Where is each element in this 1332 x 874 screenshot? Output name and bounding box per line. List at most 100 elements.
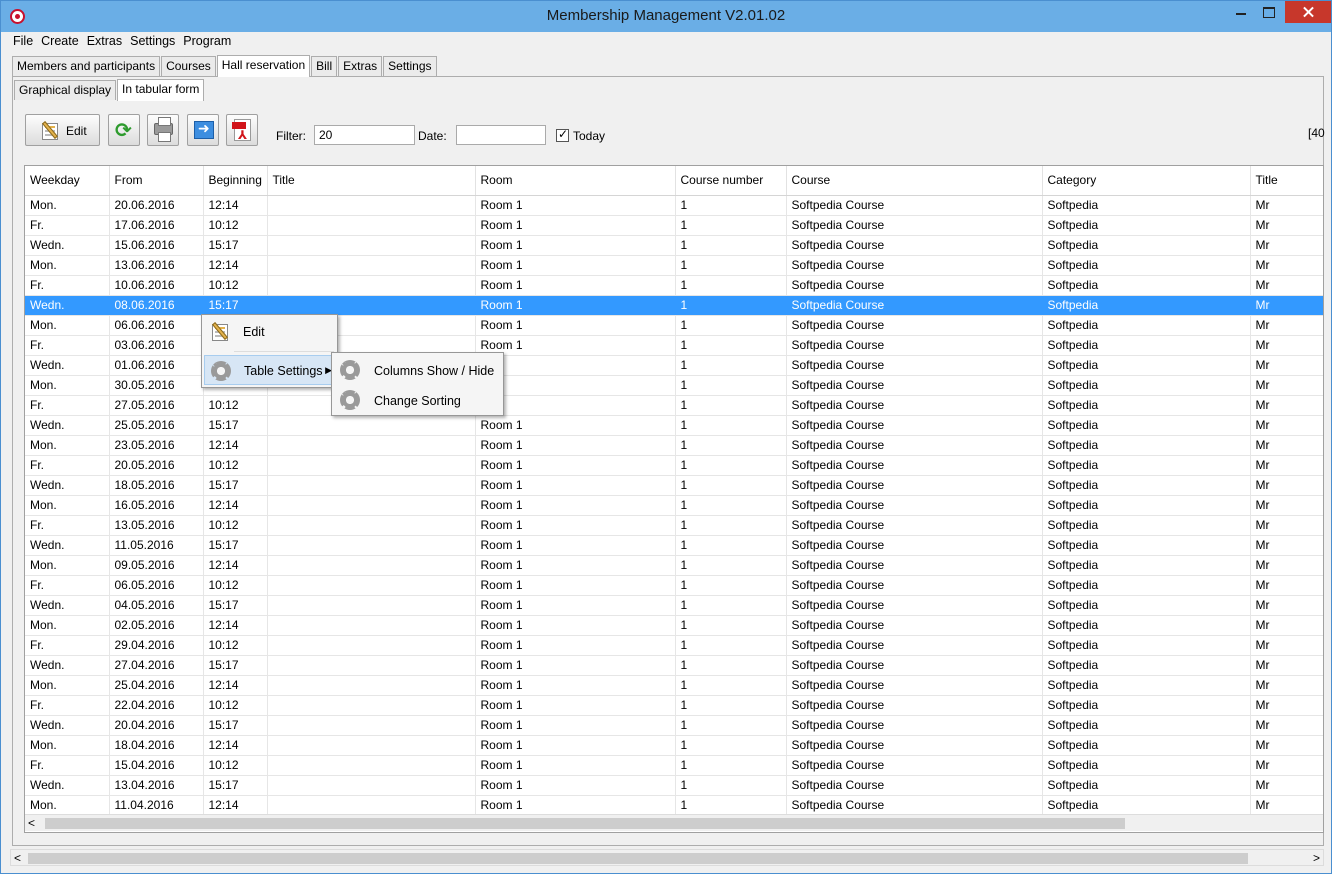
- menu-settings[interactable]: Settings: [126, 33, 179, 51]
- table-row[interactable]: Wedn. 11.05.2016 15:17 Room 1 1 Softpedia Cou…: [25, 535, 1323, 556]
- table-row[interactable]: Mon. 11.04.2016 12:14 Room 1 1 Softpedia Cour…: [25, 795, 1323, 816]
- table-row[interactable]: Mon. 09.05.2016 12:14 Room 1 1 Softpedia Cour…: [25, 555, 1323, 576]
- cell-title: [267, 435, 476, 456]
- cell-beginning: 10:12: [203, 395, 268, 416]
- gear-icon: [340, 390, 360, 410]
- cell-category: Softpedia: [1042, 515, 1251, 536]
- table-row[interactable]: Fr. 20.05.2016 10:12 Room 1 1 Softpedia Cours…: [25, 455, 1323, 476]
- cell-from: 06.06.2016: [109, 315, 204, 336]
- column-header-title[interactable]: Title: [267, 166, 476, 196]
- menu-extras[interactable]: Extras: [83, 33, 126, 51]
- menu-bar: File Create Extras Settings Program: [9, 33, 235, 51]
- tab-graphical-display[interactable]: Graphical display: [14, 80, 117, 100]
- table-row[interactable]: Fr. 27.05.2016 10:12 1 Softpedia Course Softp…: [25, 395, 1323, 416]
- menu-create[interactable]: Create: [37, 33, 83, 51]
- cell-category: Softpedia: [1042, 775, 1251, 796]
- column-header-category[interactable]: Category: [1042, 166, 1251, 196]
- table-row[interactable]: Fr. 29.04.2016 10:12 Room 1 1 Softpedia Cours…: [25, 635, 1323, 656]
- scrollbar-thumb[interactable]: [28, 853, 1248, 864]
- today-checkbox[interactable]: [556, 127, 569, 142]
- table-row[interactable]: Mon. 02.05.2016 12:14 Room 1 1 Softpedia Cour…: [25, 615, 1323, 636]
- close-icon[interactable]: [1285, 1, 1331, 23]
- table-row[interactable]: Fr. 13.05.2016 10:12 Room 1 1 Softpedia Cours…: [25, 515, 1323, 536]
- table-row[interactable]: Wedn. 15.06.2016 15:17 Room 1 1 Softpedia Cou…: [25, 235, 1323, 256]
- context-menu-table-settings[interactable]: Table Settings ▶: [204, 355, 335, 385]
- scrollbar-thumb[interactable]: [45, 818, 1125, 829]
- cell-course-number: 1: [675, 795, 787, 816]
- cell-course: Softpedia Course: [786, 635, 1043, 656]
- table-row[interactable]: Wedn. 20.04.2016 15:17 Room 1 1 Softpedia Cou…: [25, 715, 1323, 736]
- tab-settings[interactable]: Settings: [383, 56, 437, 76]
- column-header-title-2[interactable]: Title: [1250, 166, 1323, 196]
- panel-horizontal-scrollbar[interactable]: < >: [10, 849, 1324, 866]
- cell-course: Softpedia Course: [786, 515, 1043, 536]
- cell-from: 01.06.2016: [109, 355, 204, 376]
- table-row[interactable]: Wedn. 04.05.2016 15:17 Room 1 1 Softpedia Cou…: [25, 595, 1323, 616]
- tab-members[interactable]: Members and participants: [12, 56, 161, 76]
- export-button[interactable]: [187, 114, 219, 146]
- table-horizontal-scrollbar[interactable]: <: [25, 814, 1323, 831]
- column-header-course[interactable]: Course: [786, 166, 1043, 196]
- cell-title-2: Mr: [1250, 655, 1323, 676]
- cell-course-number: 1: [675, 495, 787, 516]
- title-bar[interactable]: Membership Management V2.01.02: [1, 1, 1331, 32]
- tab-hall-reservation[interactable]: Hall reservation: [216, 55, 311, 77]
- refresh-button[interactable]: ⟳: [108, 114, 140, 146]
- print-button[interactable]: [147, 114, 179, 146]
- tab-tabular-form[interactable]: In tabular form: [117, 79, 205, 101]
- table-row[interactable]: Mon. 20.06.2016 12:14 Room 1 1 Softpedia Cour…: [25, 195, 1323, 216]
- column-header-from[interactable]: From: [109, 166, 204, 196]
- table-row[interactable]: Fr. 15.04.2016 10:12 Room 1 1 Softpedia Cours…: [25, 755, 1323, 776]
- cell-category: Softpedia: [1042, 215, 1251, 236]
- table-row[interactable]: Fr. 17.06.2016 10:12 Room 1 1 Softpedia Cours…: [25, 215, 1323, 236]
- context-menu-edit[interactable]: Edit: [204, 317, 335, 347]
- context-menu-edit-label: Edit: [243, 325, 265, 339]
- minimize-icon[interactable]: [1227, 1, 1255, 23]
- column-header-beginning[interactable]: Beginning: [203, 166, 268, 196]
- column-header-weekday[interactable]: Weekday: [25, 166, 110, 196]
- table-row[interactable]: Wedn. 18.05.2016 15:17 Room 1 1 Softpedia Cou…: [25, 475, 1323, 496]
- scroll-left-icon[interactable]: <: [14, 851, 21, 865]
- app-window: Membership Management V2.01.02 File Crea…: [0, 0, 1332, 874]
- tab-extras[interactable]: Extras: [338, 56, 383, 76]
- cell-course-number: 1: [675, 455, 787, 476]
- pdf-button[interactable]: [226, 114, 258, 146]
- submenu-columns-show-hide[interactable]: Columns Show / Hide: [334, 355, 501, 385]
- table-row[interactable]: Mon. 18.04.2016 12:14 Room 1 1 Softpedia Cour…: [25, 735, 1323, 756]
- table-row[interactable]: Wedn. 13.04.2016 15:17 Room 1 1 Softpedia Cou…: [25, 775, 1323, 796]
- table-row[interactable]: Mon. 25.04.2016 12:14 Room 1 1 Softpedia Cour…: [25, 675, 1323, 696]
- column-header-room[interactable]: Room: [475, 166, 676, 196]
- scroll-right-icon[interactable]: >: [1313, 851, 1320, 865]
- table-row[interactable]: Wedn. 25.05.2016 15:17 Room 1 1 Softpedia Cou…: [25, 415, 1323, 436]
- table-row[interactable]: Mon. 13.06.2016 12:14 Room 1 1 Softpedia Cour…: [25, 255, 1323, 276]
- table-row[interactable]: Fr. 10.06.2016 10:12 Room 1 1 Softpedia Cours…: [25, 275, 1323, 296]
- tab-bill[interactable]: Bill: [311, 56, 338, 76]
- tab-courses[interactable]: Courses: [161, 56, 216, 76]
- date-input[interactable]: [456, 125, 546, 145]
- menu-file[interactable]: File: [9, 33, 37, 51]
- menu-program[interactable]: Program: [179, 33, 235, 51]
- cell-room: [475, 355, 676, 376]
- cell-weekday: Mon.: [25, 195, 110, 216]
- table-row[interactable]: Mon. 23.05.2016 12:14 Room 1 1 Softpedia Cour…: [25, 435, 1323, 456]
- filter-input[interactable]: [314, 125, 415, 145]
- main-tabs: Members and participants Courses Hall re…: [12, 55, 438, 77]
- scroll-left-icon[interactable]: <: [28, 816, 35, 830]
- cell-title: [267, 635, 476, 656]
- cell-title-2: Mr: [1250, 415, 1323, 436]
- maximize-icon[interactable]: [1255, 1, 1283, 23]
- table-row[interactable]: Mon. 16.05.2016 12:14 Room 1 1 Softpedia Cour…: [25, 495, 1323, 516]
- cell-course-number: 1: [675, 735, 787, 756]
- edit-button[interactable]: Edit: [25, 114, 100, 146]
- cell-course: Softpedia Course: [786, 215, 1043, 236]
- table-row[interactable]: Wedn. 08.06.2016 15:17 Room 1 1 Softpedia Cou…: [25, 295, 1323, 316]
- reservation-table[interactable]: Weekday From Beginning Title Room Course…: [24, 165, 1324, 833]
- table-row[interactable]: Wedn. 27.04.2016 15:17 Room 1 1 Softpedia Cou…: [25, 655, 1323, 676]
- table-row[interactable]: Fr. 22.04.2016 10:12 Room 1 1 Softpedia Cours…: [25, 695, 1323, 716]
- column-header-course-number[interactable]: Course number: [675, 166, 787, 196]
- cell-weekday: Fr.: [25, 575, 110, 596]
- edit-button-label: Edit: [66, 124, 87, 138]
- table-row[interactable]: Fr. 06.05.2016 10:12 Room 1 1 Softpedia Cours…: [25, 575, 1323, 596]
- cell-from: 02.05.2016: [109, 615, 204, 636]
- submenu-change-sorting[interactable]: Change Sorting: [334, 385, 501, 415]
